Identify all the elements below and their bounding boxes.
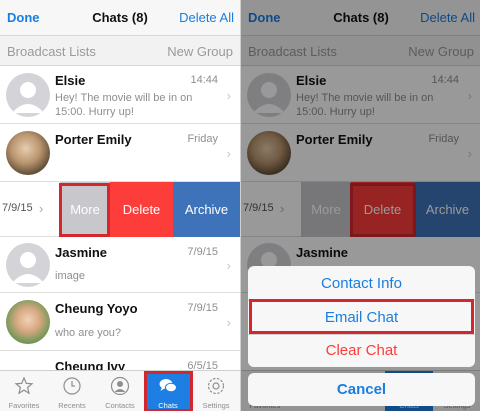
person-icon [110,376,130,396]
tab-favorites[interactable]: Favorites [0,371,48,411]
chat-row-swiped[interactable]: 7/9/15 › More Delete Archive [0,182,240,237]
clock-icon [63,377,81,395]
highlight-frame [59,183,110,237]
tab-contacts[interactable]: Contacts [96,371,144,411]
page-title: Chats (8) [92,10,148,25]
chevron-right-icon: › [226,315,231,330]
avatar-placeholder-icon [6,243,50,287]
broadcast-lists-link[interactable]: Broadcast Lists [7,44,96,59]
tab-recents[interactable]: Recents [48,371,96,411]
chevron-right-icon: › [39,201,44,216]
contact-name: Cheung Yoyo [55,301,138,316]
last-message: Hey! The movie will be in on 15:00. Hurr… [55,92,193,118]
highlight-frame [249,299,474,334]
tab-label: Contacts [105,401,135,410]
cancel-button[interactable]: Cancel [248,373,475,406]
chevron-right-icon: › [226,258,231,273]
contact-name: Jasmine [55,245,108,260]
navigation-bar: Done Chats (8) Delete All [0,0,240,36]
tab-bar: Favorites Recents Contacts Chats Setting… [0,370,240,411]
gear-icon [207,377,225,395]
tab-label: Settings [202,401,230,410]
chat-row-porter-emily[interactable]: Porter Emily Friday › [0,124,240,182]
contact-name: Porter Emily [55,132,132,147]
chevron-right-icon: › [226,146,231,161]
delete-all-button[interactable]: Delete All [179,10,234,25]
delete-button[interactable]: Delete [110,182,173,237]
tab-label: Favorites [8,401,40,410]
chevron-right-icon: › [226,88,231,103]
chat-date: 7/9/15 [2,202,33,214]
clear-chat-button[interactable]: Clear Chat [248,334,475,367]
chat-date: 14:44 [190,74,218,86]
avatar-photo [6,300,50,344]
avatar-photo [6,131,50,175]
done-button[interactable]: Done [7,10,40,25]
cancel-group: Cancel [248,373,475,406]
chat-date: 7/9/15 [187,302,218,314]
archive-button[interactable]: Archive [173,182,240,237]
lists-bar: Broadcast Lists New Group [0,36,240,66]
contact-name: Elsie [55,73,86,88]
chat-row-elsie[interactable]: Elsie 14:44 Hey! The movie will be in on… [0,66,240,124]
chat-row-jasmine[interactable]: Jasmine 7/9/15 image › [0,237,240,293]
star-icon [14,376,34,395]
highlight-frame [144,371,193,411]
chats-screen-action-sheet: Done Chats (8) Delete All Broadcast List… [240,0,480,411]
contact-info-button[interactable]: Contact Info [248,267,475,300]
last-message: who are you? [55,327,122,339]
tab-settings[interactable]: Settings [192,371,240,411]
chats-screen-swipe: Done Chats (8) Delete All Broadcast List… [0,0,240,411]
chat-row-cheung-yoyo[interactable]: Cheung Yoyo 7/9/15 who are you? › [0,293,240,351]
tab-label: Recents [58,401,86,410]
chat-date: 7/9/15 [187,246,218,258]
new-group-link[interactable]: New Group [167,44,233,59]
avatar-placeholder-icon [6,73,50,117]
chat-date: Friday [187,133,218,145]
last-message: image [55,270,85,282]
